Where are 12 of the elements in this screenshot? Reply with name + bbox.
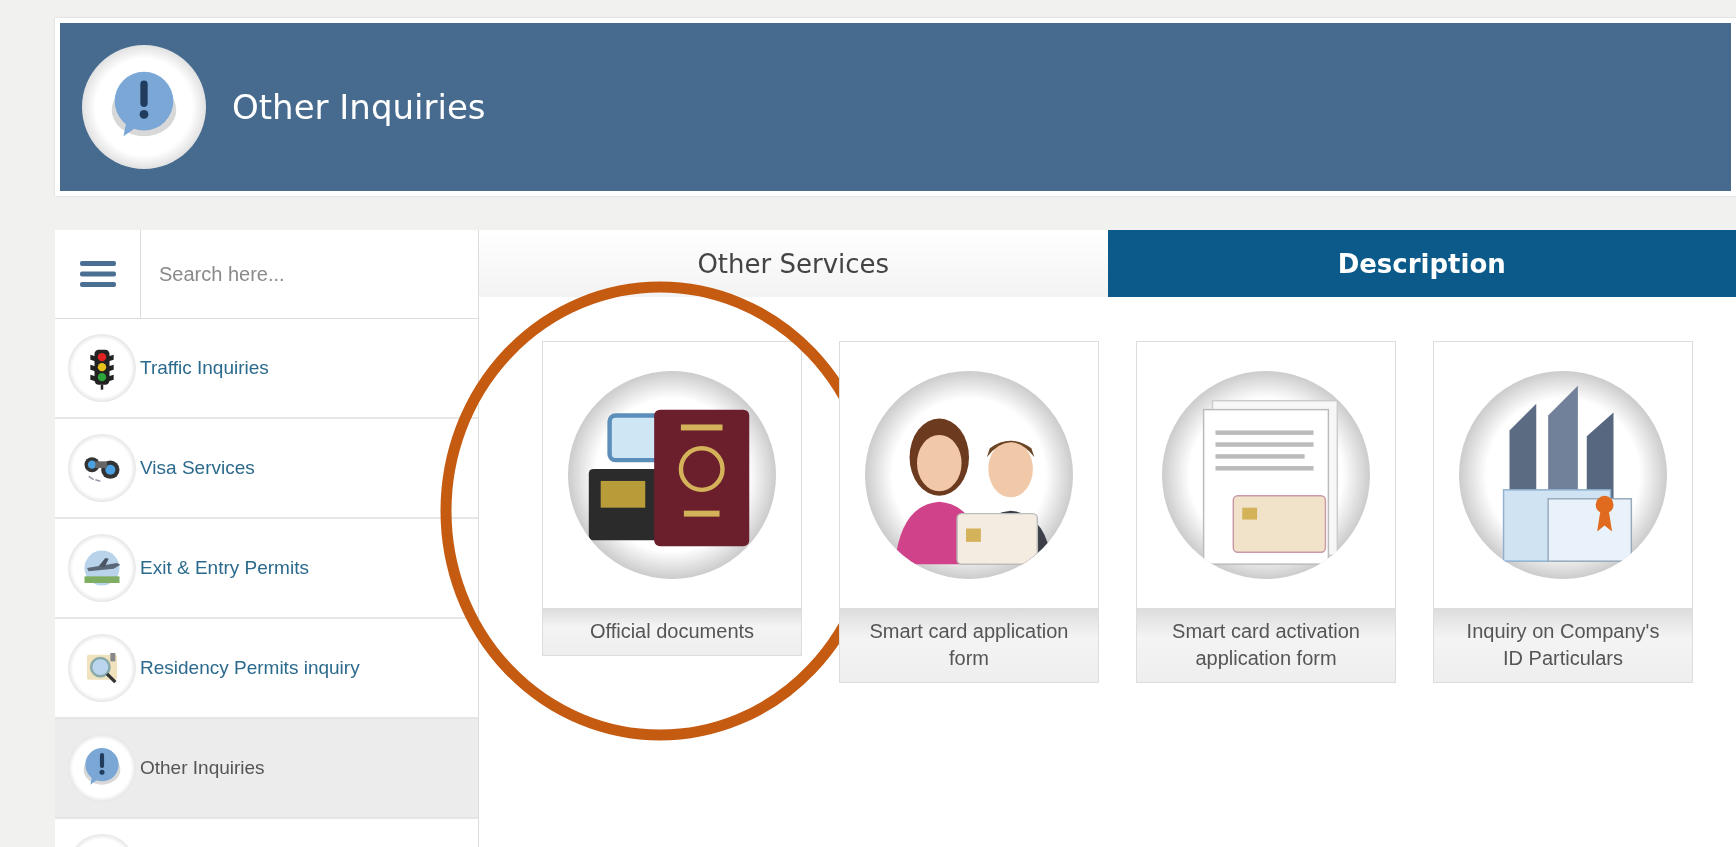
card-caption: Inquiry on Company's ID Particulars: [1434, 608, 1692, 682]
card-caption: Official documents: [543, 608, 801, 655]
card-caption: Smart card application form: [840, 608, 1098, 682]
sidebar-item[interactable]: Other Inquiries: [55, 719, 478, 819]
card-caption: Smart card activation application form: [1137, 608, 1395, 682]
tab[interactable]: Description: [1107, 230, 1736, 297]
service-card[interactable]: Inquiry on Company's ID Particulars: [1433, 341, 1693, 683]
service-card[interactable]: Smart card activation application form: [1136, 341, 1396, 683]
service-card[interactable]: Official documents: [542, 341, 802, 656]
menu-icon: [79, 259, 116, 289]
service-card[interactable]: Smart card application form: [839, 341, 1099, 683]
page-title: Other Inquiries: [232, 87, 486, 127]
